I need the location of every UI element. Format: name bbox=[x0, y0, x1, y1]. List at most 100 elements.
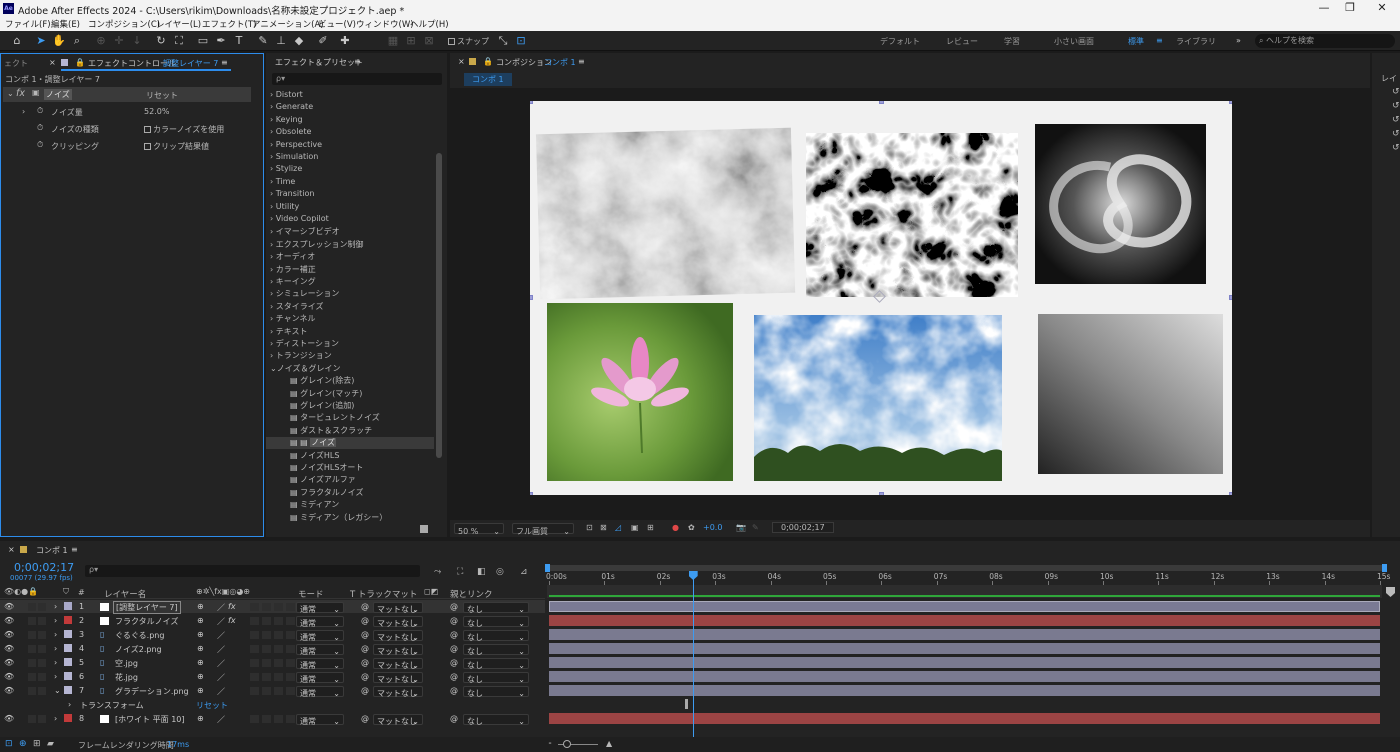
effect-row[interactable]: ⌄ fx ▣ ノイズ リセット bbox=[3, 87, 251, 102]
rotate-tool-icon[interactable]: ↻ bbox=[154, 34, 168, 48]
parent-select[interactable]: なし ⌄ bbox=[463, 672, 529, 684]
pickwhip-icon[interactable]: @ bbox=[361, 616, 369, 625]
prop-noise-amount-value[interactable]: 52.0% bbox=[144, 107, 169, 116]
effect-category[interactable]: › Keying bbox=[270, 115, 303, 124]
panel-menu-icon[interactable]: ≡ bbox=[221, 58, 228, 67]
label-color-swatch[interactable] bbox=[64, 630, 72, 638]
tab-effect-controls-layer[interactable]: 調整レイヤー 7 bbox=[163, 58, 218, 69]
shy-switch-icon[interactable]: ⊕ bbox=[197, 714, 204, 723]
effect-category[interactable]: › Utility bbox=[270, 202, 299, 211]
label-color-swatch[interactable] bbox=[64, 644, 72, 652]
solo-box[interactable] bbox=[28, 673, 36, 681]
dolly-camera-icon[interactable]: ↓ bbox=[130, 34, 144, 48]
solo-box[interactable] bbox=[28, 645, 36, 653]
layer-duration-bar[interactable] bbox=[549, 629, 1380, 640]
tab-composition-name[interactable]: コンポ 1 bbox=[544, 57, 576, 68]
clip-result-checkbox[interactable]: クリップ結果値 bbox=[144, 141, 209, 152]
pickwhip-icon[interactable]: @ bbox=[361, 644, 369, 653]
parent-pickwhip-icon[interactable]: @ bbox=[450, 630, 458, 639]
lock-box[interactable] bbox=[38, 631, 46, 639]
effect-category[interactable]: › Video Copilot bbox=[270, 214, 329, 223]
switch-box[interactable] bbox=[250, 617, 259, 625]
modes-toggle-icon[interactable]: ⊕ bbox=[19, 739, 27, 749]
layer-row[interactable]: 👁 › 4 ▯ ノイズ2.png ⊕ ／通常 ⌄ @ マットなし ⌄ @ なし ⌄ bbox=[0, 642, 545, 656]
workspace-menu-icon[interactable]: ≡ bbox=[1156, 36, 1163, 45]
shy-switch-icon[interactable]: ⊕ bbox=[197, 602, 204, 611]
snapshot-icon[interactable]: 📷 bbox=[736, 523, 746, 532]
switch-box[interactable] bbox=[286, 603, 295, 611]
solo-box[interactable] bbox=[28, 617, 36, 625]
effect-reset-link[interactable]: リセット bbox=[146, 90, 178, 101]
effect-category[interactable]: › カラー補正 bbox=[270, 264, 316, 275]
switch-box[interactable] bbox=[286, 673, 295, 681]
layer-duration-bar[interactable] bbox=[549, 615, 1380, 626]
effect-category[interactable]: › トランジション bbox=[270, 350, 332, 361]
fx-toggle[interactable]: fx bbox=[16, 88, 25, 99]
in-out-toggle-icon[interactable]: ⊞ bbox=[33, 739, 41, 749]
effect-item[interactable]: ▤ タービュレントノイズ bbox=[266, 412, 434, 424]
shy-switch-icon[interactable]: ⊕ bbox=[197, 686, 204, 695]
expand-chevron-icon[interactable]: › bbox=[54, 616, 57, 625]
pickwhip-icon[interactable]: @ bbox=[361, 714, 369, 723]
effect-item[interactable]: ▤ ノイズHLSオート bbox=[266, 462, 434, 474]
layer-name[interactable]: [調整レイヤー 7] bbox=[113, 601, 181, 614]
track-matte-select[interactable]: マットなし ⌄ bbox=[373, 644, 423, 656]
expand-chevron-icon[interactable]: › bbox=[54, 644, 57, 653]
workspace-small-screen[interactable]: 小さい画面 bbox=[1054, 36, 1094, 47]
layer-row[interactable]: 👁 › 6 ▯ 花.jpg ⊕ ／通常 ⌄ @ マットなし ⌄ @ なし ⌄ bbox=[0, 670, 545, 684]
effects-search-input[interactable]: ρ▾ bbox=[272, 73, 442, 85]
effect-category[interactable]: › Perspective bbox=[270, 140, 322, 149]
effect-item[interactable]: ▤ ノイズアルファ bbox=[266, 474, 434, 486]
expand-chevron-icon[interactable]: ⌄ bbox=[54, 686, 61, 695]
switch-box[interactable] bbox=[250, 645, 259, 653]
quality-switch-icon[interactable]: ／ bbox=[217, 672, 225, 683]
expand-chevron-icon[interactable]: › bbox=[54, 602, 57, 611]
playhead[interactable] bbox=[688, 571, 698, 739]
viewer-timecode[interactable]: 0;00;02;17 bbox=[772, 522, 834, 533]
workspace-review[interactable]: レビュー bbox=[946, 36, 978, 47]
undo-icon[interactable]: ↺ bbox=[1392, 101, 1400, 111]
reset-exposure-icon[interactable]: ✿ bbox=[688, 523, 695, 532]
color-channels-icon[interactable]: ● bbox=[672, 523, 679, 532]
parent-select[interactable]: なし ⌄ bbox=[463, 658, 529, 670]
zoom-out-icon[interactable]: ⁃ bbox=[548, 739, 552, 748]
shy-switch-icon[interactable]: ⊕ bbox=[197, 672, 204, 681]
track-matte-select[interactable]: マットなし ⌄ bbox=[373, 714, 423, 726]
color-noise-checkbox[interactable]: カラーノイズを使用 bbox=[144, 124, 224, 135]
menu-layer[interactable]: レイヤー(L) bbox=[156, 18, 201, 30]
workspace-standard[interactable]: 標準 bbox=[1128, 36, 1144, 47]
parent-pickwhip-icon[interactable]: @ bbox=[450, 616, 458, 625]
time-ruler[interactable]: 0:00s 01s 02s 03s 04s 05s 06s 07s 08s 09s 10s 11s 12… bbox=[0, 541, 1400, 585]
hand-tool-icon[interactable]: ✋ bbox=[52, 34, 66, 48]
eye-icon[interactable]: 👁 bbox=[4, 686, 14, 695]
label-color-swatch[interactable] bbox=[64, 616, 72, 624]
layer-row[interactable]: 👁 › 8 [ホワイト 平面 10] ⊕ ／通常 ⌄ @ マットなし ⌄ @ なし ⌄ bbox=[0, 712, 545, 726]
panel-menu-icon[interactable]: ≡ bbox=[354, 57, 361, 66]
region-of-interest-icon[interactable]: ⊡ bbox=[586, 523, 593, 532]
switch-box[interactable] bbox=[274, 715, 283, 723]
effect-category[interactable]: › Stylize bbox=[270, 164, 302, 173]
layer-duration-bar[interactable] bbox=[549, 601, 1380, 612]
undo-icon[interactable]: ↺ bbox=[1392, 115, 1400, 125]
eraser-tool-icon[interactable]: ◆ bbox=[292, 34, 306, 48]
effect-item[interactable]: ▤ フラクタルノイズ bbox=[266, 487, 434, 499]
layer-row[interactable]: 👁 › 3 ▯ ぐるぐる.png ⊕ ／通常 ⌄ @ マットなし ⌄ @ なし ⌄ bbox=[0, 628, 545, 642]
quality-switch-icon[interactable]: ／ bbox=[217, 714, 225, 725]
switch-box[interactable] bbox=[286, 715, 295, 723]
switch-box[interactable] bbox=[262, 617, 271, 625]
layer-row[interactable]: 👁 › 5 ▯ 空.jpg ⊕ ／通常 ⌄ @ マットなし ⌄ @ なし ⌄ bbox=[0, 656, 545, 670]
channel-icon[interactable]: ⊞ bbox=[647, 523, 654, 532]
workspace-default[interactable]: デフォルト bbox=[880, 36, 920, 47]
stopwatch-icon[interactable]: ⏱ bbox=[37, 123, 43, 133]
snap-options-icon[interactable]: ⤡ bbox=[496, 34, 510, 48]
layer-duration-bar[interactable] bbox=[549, 713, 1380, 724]
pickwhip-icon[interactable]: @ bbox=[361, 658, 369, 667]
layer-name[interactable]: フラクタルノイズ bbox=[115, 616, 178, 627]
parent-select[interactable]: なし ⌄ bbox=[463, 714, 529, 726]
effect-category[interactable]: › Obsolete bbox=[270, 127, 311, 136]
solo-box[interactable] bbox=[28, 603, 36, 611]
effect-category[interactable]: › エクスプレッション制御 bbox=[270, 239, 364, 250]
mask-visibility-icon[interactable]: ◿ bbox=[615, 523, 621, 532]
parent-select[interactable]: なし ⌄ bbox=[463, 602, 529, 614]
lock-box[interactable] bbox=[38, 603, 46, 611]
